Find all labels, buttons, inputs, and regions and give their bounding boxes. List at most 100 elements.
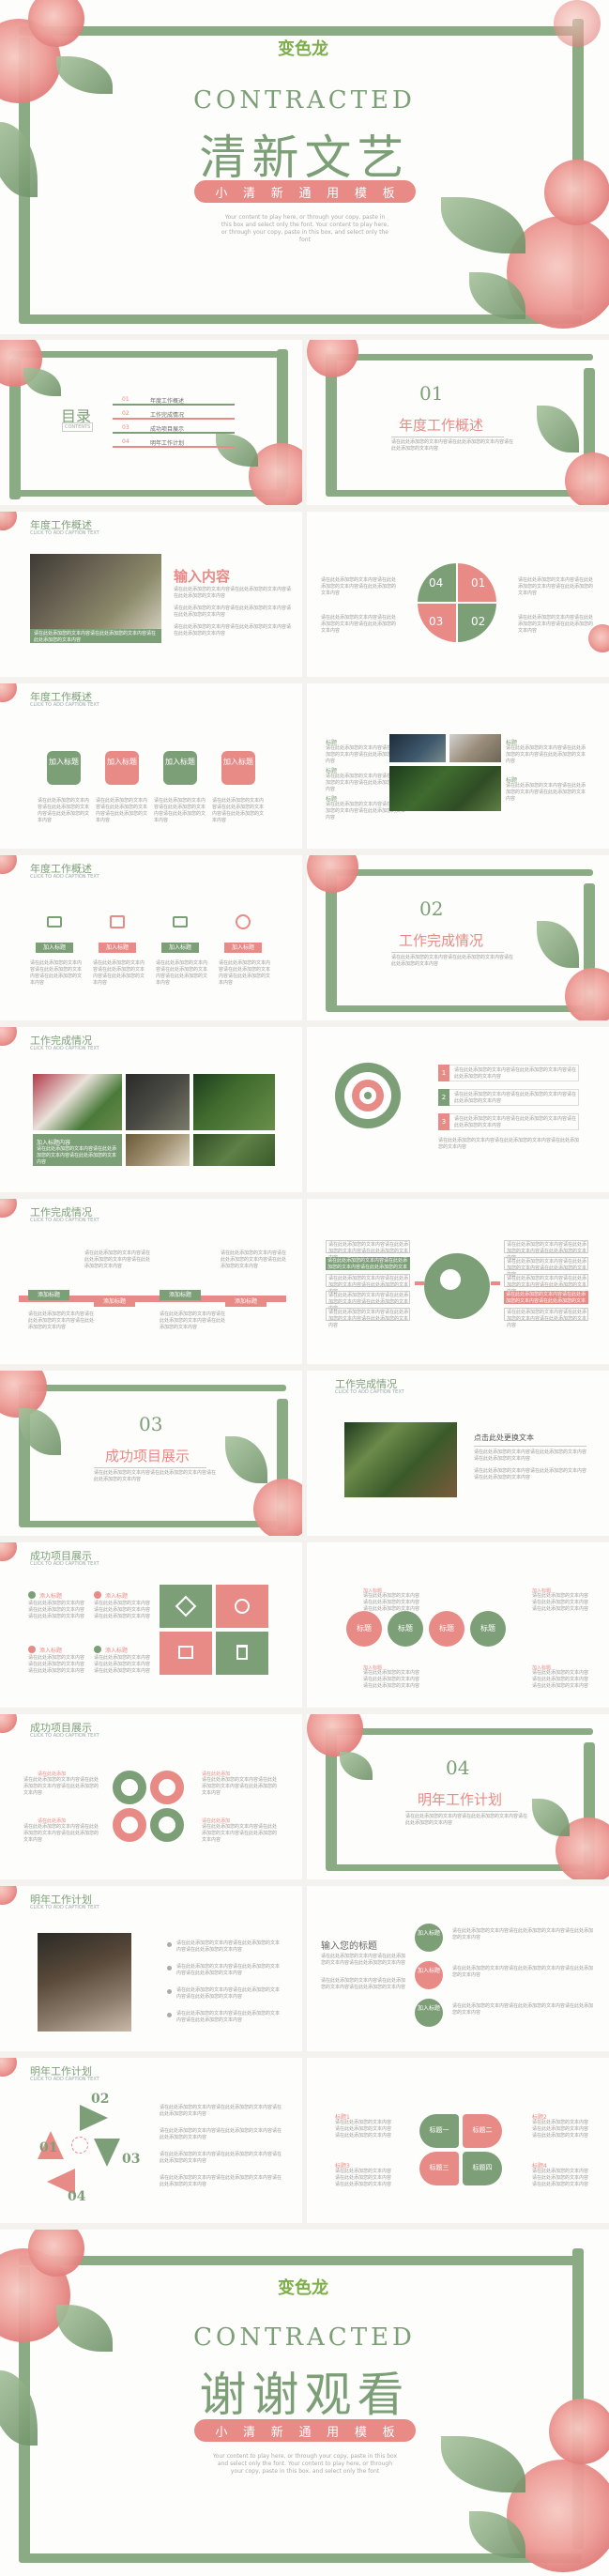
subtitle-char: 清 [243,186,256,201]
target-icon [335,1063,401,1128]
quad-num: 02 [471,615,486,628]
toc-item[interactable]: 04 明年工作计划 [113,438,235,448]
toc-item-text: 成功项目展示 [150,426,185,433]
text-box: 请在此处添加您的文本内容请在此处添加您的文本内容请在此处添加您的文本内容 [326,1274,410,1295]
label-pill[interactable]: 标题三 [419,2152,459,2185]
caption-text: 请在此处添加您的文本内容请在此处添加您的文本内容请在此处添加您的文本内容 [37,1146,117,1165]
plan-text: 请在此处添加您的文本内容请在此处添加您的文本内容请在此处添加您的文本内容 [176,1940,281,1953]
leaf-decoration [225,1436,267,1483]
frame-bottom [326,490,593,497]
title-circle[interactable]: 标题 [429,1611,464,1647]
quad-text: 请在此处添加您的文本内容请在此处添加您的文本内容请在此处添加您的文本内容 [321,577,397,596]
body-text: 请在此处添加您的文本内容请在此处添加您的文本内容请在此处添加您的文本内容 [174,587,292,599]
bullet [94,1591,101,1599]
note-text: 请在此处添加您的文本内容请在此处添加您的文本内容请在此处添加您的文本内容 [438,1138,580,1150]
circle-text: 请在此处添加您的文本内容请在此处添加您的文本内容请在此处添加您的文本内容 [363,1670,420,1689]
tag-card[interactable]: 加入标题 [105,751,139,785]
section-number: 01 [419,382,444,405]
frame-top [19,26,582,36]
photo-2 [449,734,501,762]
room-photo [30,554,161,629]
monitor-icon [47,916,62,928]
brand-logo: 变色龙 [251,36,355,59]
globe-icon [424,1253,490,1319]
title-circle[interactable]: 标题 [346,1611,382,1647]
title-badge[interactable]: 加入标题 [415,1999,443,2027]
overview-photo-slide: 年度工作概述 CLICK TO ADD CAPTION TEXT 请在此处添加您… [0,512,302,677]
project-grid-slide: 成功项目展示 CLICK TO ADD CAPTION TEXT 添入标题 请在… [0,1542,302,1708]
quad-02: 02 [458,604,496,642]
ring-text: 请在此处添加您的文本内容请在此处添加您的文本内容请在此处添加您的文本内容 [202,1824,278,1843]
caption-text: 请在此处添加您的文本内容请在此处添加您的文本内容请在此处添加您的文本内容 [34,631,157,643]
toc-item[interactable]: 01 年度工作概述 [113,396,235,406]
icon-label: 加入标题 [99,943,136,953]
toc-item[interactable]: 03 成功项目展示 [113,424,235,434]
icon-text: 请在此处添加您的文本内容请在此处添加您的文本内容请在此处添加您的文本内容 [156,960,208,986]
quad-num: 04 [429,576,444,590]
garden-photo [193,1134,275,1166]
brand-name: 变色龙 [278,2278,328,2298]
label-pill[interactable]: 标题二 [463,2114,502,2148]
rose-decoration [307,855,358,893]
leaf-decoration [441,2436,525,2492]
label-pill[interactable]: 标题四 [463,2152,502,2185]
title-badge[interactable]: 加入标题 [415,1961,443,1989]
title-circle[interactable]: 标题 [388,1611,423,1647]
rose-decoration [253,1479,302,1536]
mini-text: 请在此处添加您的文本内容请在此处添加您的文本内容请在此处添加您的文本内容 [94,1601,151,1619]
section-02-slide: 02 工作完成情况 请在此处添加您的文本内容请在此处添加您的文本内容请在此处添加… [307,855,609,1020]
title-badge[interactable]: 加入标题 [415,1924,443,1952]
mini-text: 请在此处添加您的文本内容请在此处添加您的文本内容请在此处添加您的文本内容 [28,1655,85,1674]
text-box: 请在此处添加您的文本内容请在此处添加您的文本内容请在此处添加您的文本内容 [504,1308,588,1328]
quad-text: 请在此处添加您的文本内容请在此处添加您的文本内容请在此处添加您的文本内容 [518,577,594,596]
circle-title: 标题 [480,1624,495,1633]
subtitle-char: 用 [327,186,340,201]
timeline-text: 请在此处添加您的文本内容请在此处添加您的文本内容请在此处添加您的文本内容 [28,1311,95,1330]
icon-label: 加入标题 [36,943,73,953]
tag-card[interactable]: 加入标题 [221,751,255,785]
arrow-number: 04 [68,2189,86,2204]
subtitle-char: 通 [298,186,312,201]
closing-subtitle-pill: 小 清 新 通 用 模 板 [194,2419,416,2442]
tag-card[interactable]: 加入标题 [163,751,197,785]
label-pill[interactable]: 标题一 [419,2114,459,2148]
ring-text: 请在此处添加您的文本内容请在此处添加您的文本内容请在此处添加您的文本内容 [202,1777,278,1796]
frame-bottom [326,1005,593,1012]
flowers-photo [33,1074,122,1130]
rose-decoration [0,1886,17,1905]
divider [391,952,504,953]
arrow-text: 请在此处添加您的文本内容请在此处添加您的文本内容请在此处添加您的文本内容 [160,2105,282,2117]
plan-arrows-slide: 明年工作计划 CLICK TO ADD CAPTION TEXT 02 01 0… [0,2058,302,2223]
share-icon [71,2137,88,2154]
toc-item-num: 04 [122,438,129,445]
circle-title: 标题 [357,1624,372,1633]
rose-decoration [0,1027,17,1046]
body-text: 请在此处添加您的文本内容请在此处添加您的文本内容请在此处添加您的文本内容 [174,624,292,636]
overview-photos-slide: 标题 请在此处添加您的文本内容请在此处添加您的文本内容请在此处添加您的文本内容 … [307,683,609,849]
quad-01: 01 [458,563,496,602]
text-box: 请在此处添加您的文本内容请在此处添加您的文本内容请在此处添加您的文本内容 [326,1257,410,1277]
tag-text: 请在此处添加您的文本内容请在此处添加您的文本内容请在此处添加您的文本内容 [38,798,90,823]
plan-text: 请在此处添加您的文本内容请在此处添加您的文本内容请在此处添加您的文本内容 [176,1987,281,2000]
numbered-item: 2 请在此处添加您的文本内容请在此处添加您的文本内容请在此处添加您的文本内容 [438,1089,579,1106]
desk-photo [38,1933,131,2032]
box-text: 请在此处添加您的文本内容请在此处添加您的文本内容请在此处添加您的文本内容 [507,1310,587,1328]
subtitle-char: 新 [270,2425,283,2440]
box-text: 请在此处添加您的文本内容请在此处添加您的文本内容请在此处添加您的文本内容 [328,1310,409,1328]
timeline-text: 请在此处添加您的文本内容请在此处添加您的文本内容请在此处添加您的文本内容 [160,1311,226,1330]
title-circle[interactable]: 标题 [470,1611,506,1647]
toc-item[interactable]: 02 工作完成情况 [113,410,235,420]
rose-decoration [565,452,609,505]
tag-label: 加入标题 [223,758,253,766]
plan-photo-slide: 明年工作计划 CLICK TO ADD CAPTION TEXT 请在此处添加您… [0,1886,302,2051]
project-rings-slide: 成功项目展示 CLICK TO ADD CAPTION TEXT 请在此处添加 … [0,1714,302,1879]
tag-card[interactable]: 加入标题 [47,751,81,785]
overview-quad-slide: 04 01 03 02 请在此处添加您的文本内容请在此处添加您的文本内容请在此处… [307,512,609,677]
section-title: 年度工作概述 [399,417,484,434]
arrow-text: 请在此处添加您的文本内容请在此处添加您的文本内容请在此处添加您的文本内容 [160,2152,282,2164]
rose-decoration [0,512,17,530]
slide-header-sub: CLICK TO ADD CAPTION TEXT [30,874,99,880]
caption-title: 加入标题内容 [37,1140,71,1146]
mini-title: 添入标题 [39,1648,63,1654]
money-icon-tile [216,1585,268,1628]
